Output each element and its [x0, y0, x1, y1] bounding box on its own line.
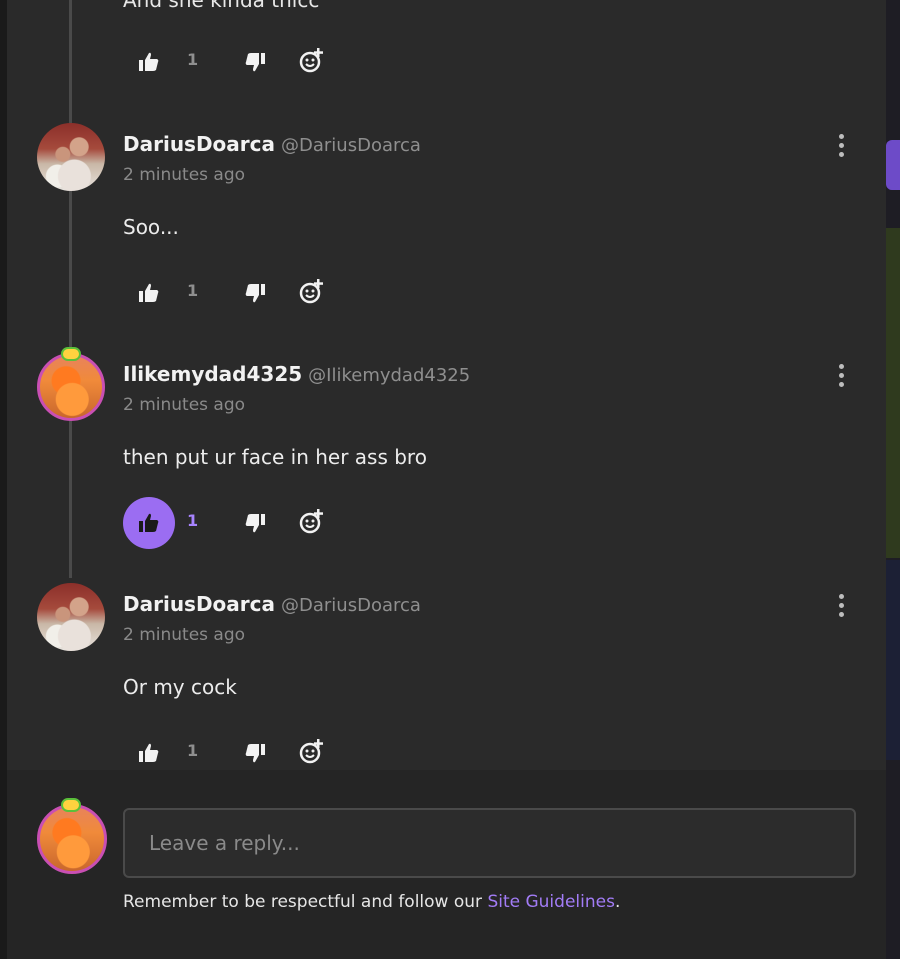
add-emoji-icon	[299, 48, 323, 73]
like-button[interactable]	[123, 36, 175, 88]
frog-badge-icon	[61, 798, 81, 812]
comment: DariusDoarca @DariusDoarca 2 minutes ago …	[7, 123, 886, 353]
like-count: 1	[187, 741, 199, 760]
comment-timestamp: 2 minutes ago	[123, 165, 246, 185]
site-guidelines-link[interactable]: Site Guidelines	[487, 892, 615, 912]
add-emoji-icon	[299, 509, 323, 534]
frog-badge-icon	[61, 347, 81, 361]
reply-composer: Remember to be respectful and follow our…	[7, 770, 886, 959]
background-right-edge	[886, 0, 900, 959]
like-count: 1	[187, 50, 199, 69]
author-handle: @DariusDoarca	[281, 595, 421, 616]
current-user-avatar	[37, 798, 107, 874]
background-left-edge	[0, 0, 7, 959]
user-avatar[interactable]	[37, 123, 105, 191]
dislike-button[interactable]	[241, 739, 269, 767]
reply-input[interactable]	[123, 808, 856, 878]
like-count: 1	[187, 281, 199, 300]
more-options-button[interactable]	[833, 364, 849, 390]
user-avatar[interactable]	[37, 353, 105, 421]
guidelines-notice: Remember to be respectful and follow our…	[123, 892, 621, 912]
user-avatar[interactable]	[37, 583, 105, 651]
comment-actions: 1	[123, 267, 363, 319]
add-reaction-button[interactable]	[297, 277, 327, 307]
avatar-image	[37, 804, 107, 874]
add-emoji-icon	[299, 279, 323, 304]
author-handle: @DariusDoarca	[281, 135, 421, 156]
more-options-button[interactable]	[833, 594, 849, 620]
like-button[interactable]	[123, 267, 175, 319]
thumbs-down-icon	[245, 744, 265, 763]
more-options-button[interactable]	[833, 134, 849, 160]
dislike-button[interactable]	[241, 279, 269, 307]
comment-timestamp: 2 minutes ago	[123, 625, 246, 645]
comment: Ilikemydad4325 @Ilikemydad4325 2 minutes …	[7, 347, 886, 583]
add-reaction-button[interactable]	[297, 46, 327, 76]
comment-text: Soo...	[123, 215, 179, 239]
comment-timestamp: 2 minutes ago	[123, 395, 246, 415]
comment-author[interactable]: DariusDoarca @DariusDoarca	[123, 592, 421, 616]
comment-text-partial: And she kinda thicc	[123, 0, 320, 12]
comment-author[interactable]: DariusDoarca @DariusDoarca	[123, 132, 421, 156]
like-count: 1	[187, 511, 199, 530]
add-emoji-icon	[299, 739, 323, 764]
comment-text: Or my cock	[123, 675, 237, 699]
thumbs-up-icon	[139, 52, 159, 71]
thumbs-down-icon	[245, 284, 265, 303]
add-reaction-button[interactable]	[297, 507, 327, 537]
thumbs-down-icon	[245, 514, 265, 533]
comment-author[interactable]: Ilikemydad4325 @Ilikemydad4325	[123, 362, 470, 386]
comment-actions: 1	[123, 497, 363, 549]
thumbs-up-icon	[139, 513, 159, 532]
thumbs-up-icon	[139, 283, 159, 302]
add-reaction-button[interactable]	[297, 737, 327, 767]
thumbs-down-icon	[245, 53, 265, 72]
comment-actions-partial: 1	[123, 36, 363, 88]
thumbs-up-icon	[139, 743, 159, 762]
author-handle: @Ilikemydad4325	[308, 365, 471, 386]
comments-panel: And she kinda thicc 1 DariusDoarca @Dariu…	[7, 0, 886, 959]
comment-text: then put ur face in her ass bro	[123, 445, 427, 469]
dislike-button[interactable]	[241, 509, 269, 537]
dislike-button[interactable]	[241, 48, 269, 76]
like-button[interactable]	[123, 497, 175, 549]
